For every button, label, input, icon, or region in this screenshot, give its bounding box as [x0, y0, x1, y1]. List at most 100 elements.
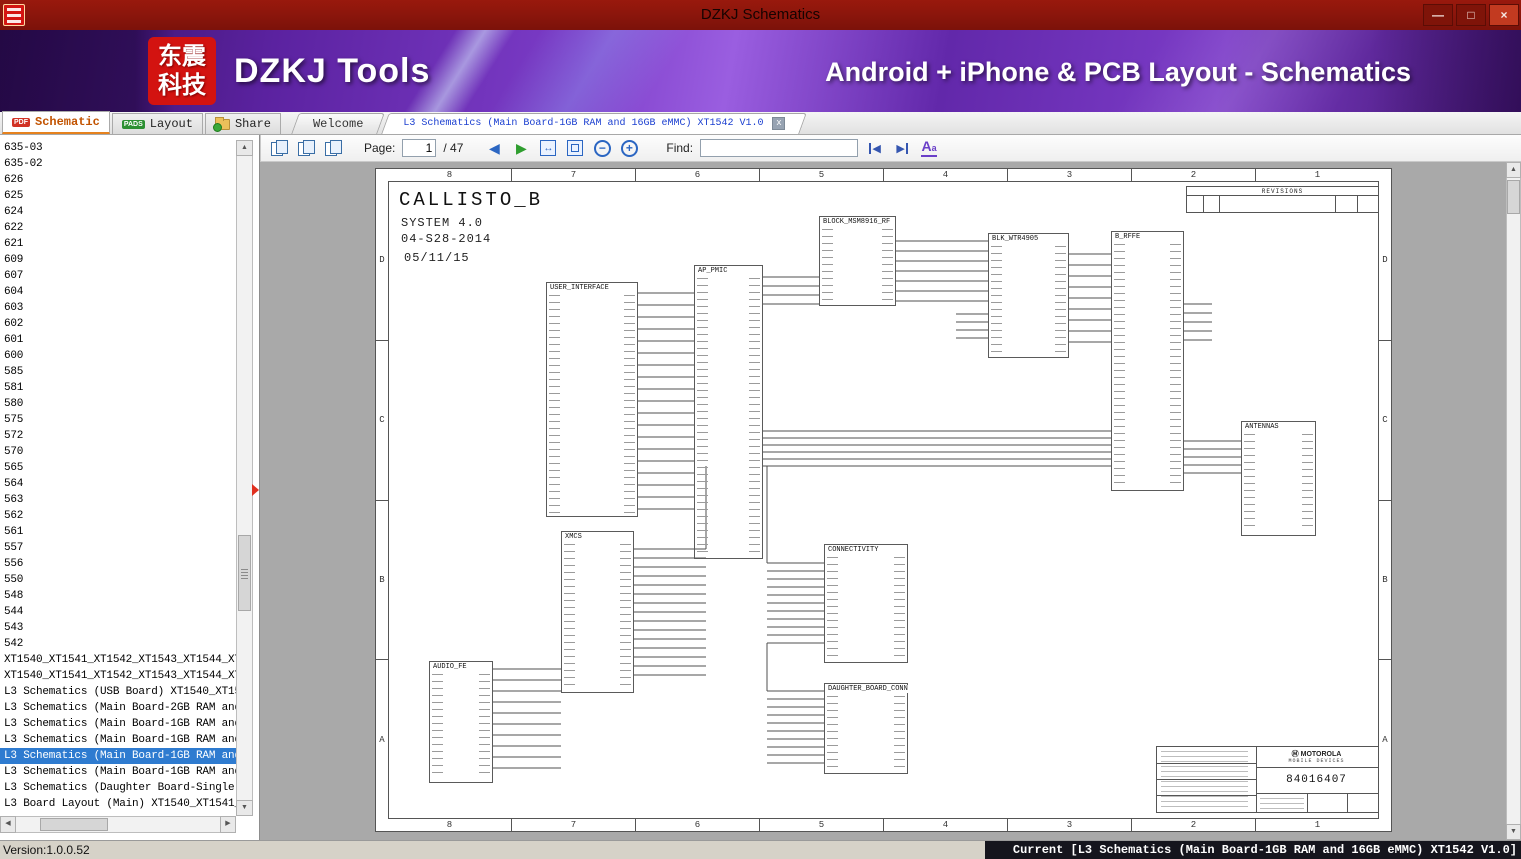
list-item[interactable]: 575 — [0, 412, 236, 428]
title-block-small-text — [1260, 798, 1304, 809]
list-item[interactable]: L3 Schematics (USB Board) XT1540_XT154 — [0, 684, 236, 700]
sidebar-vertical-scrollbar[interactable] — [236, 140, 253, 816]
list-item[interactable]: 564 — [0, 476, 236, 492]
list-item[interactable]: 542 — [0, 636, 236, 652]
list-item[interactable]: 544 — [0, 604, 236, 620]
maximize-button[interactable]: □ — [1456, 4, 1486, 26]
list-item[interactable]: 570 — [0, 444, 236, 460]
doc-tab-schematic-file[interactable]: L3 Schematics (Main Board-1GB RAM and 16… — [385, 113, 803, 134]
tab-layout[interactable]: PADS Layout — [111, 113, 203, 134]
list-item[interactable]: 563 — [0, 492, 236, 508]
export-page-button[interactable] — [323, 138, 343, 158]
list-item[interactable]: 635-03 — [0, 140, 236, 156]
list-item[interactable]: L3 Schematics (Main Board-1GB RAM and — [0, 764, 236, 780]
sidebar-horizontal-scroll-thumb[interactable] — [40, 818, 108, 831]
list-item[interactable]: 621 — [0, 236, 236, 252]
match-case-button[interactable]: Aa — [919, 138, 939, 158]
logo-line2: 科技 — [158, 72, 206, 99]
doc-tab-close-icon[interactable]: x — [772, 117, 786, 130]
sidebar-scroll-down-icon[interactable]: ▼ — [236, 800, 253, 816]
page-number-input[interactable] — [402, 139, 437, 157]
zoom-in-button[interactable]: + — [619, 138, 639, 158]
pin-column — [882, 229, 893, 302]
list-item[interactable]: 562 — [0, 508, 236, 524]
sidebar-scroll-up-icon[interactable]: ▲ — [236, 140, 253, 156]
main-scroll-up-icon[interactable]: ▲ — [1506, 162, 1521, 178]
sidebar-vertical-scroll-thumb[interactable] — [238, 535, 251, 611]
list-item[interactable]: 625 — [0, 188, 236, 204]
list-item[interactable]: 557 — [0, 540, 236, 556]
sidebar-scroll-left-icon[interactable]: ◀ — [0, 816, 16, 833]
list-item[interactable]: XT1540_XT1541_XT1542_XT1543_XT1544_XT1 — [0, 668, 236, 684]
tab-share-label: Share — [234, 117, 271, 131]
zoom-out-button[interactable]: − — [592, 138, 612, 158]
pin-column — [479, 674, 490, 779]
version-label: Version:1.0.0.52 — [3, 843, 90, 857]
schematic-block: B_RFFE — [1111, 231, 1184, 491]
tab-share[interactable]: Share — [204, 113, 281, 134]
fit-page-button[interactable] — [565, 138, 585, 158]
list-item[interactable]: 550 — [0, 572, 236, 588]
list-item[interactable]: 622 — [0, 220, 236, 236]
find-next-button[interactable]: ▶ — [892, 138, 912, 158]
pin-column — [749, 278, 760, 555]
previous-page-button[interactable]: ◀ — [484, 138, 504, 158]
list-item[interactable]: 607 — [0, 268, 236, 284]
list-item[interactable]: 626 — [0, 172, 236, 188]
splitter-arrow-icon[interactable] — [252, 484, 259, 496]
schematic-page: 87654321 87654321 DCBA DCBA CALLISTO_B S… — [375, 168, 1392, 832]
snapshot-button[interactable] — [296, 138, 316, 158]
list-item[interactable]: 580 — [0, 396, 236, 412]
list-item[interactable]: 603 — [0, 300, 236, 316]
list-item[interactable]: L3 Schematics (Main Board-1GB RAM and — [0, 748, 236, 764]
schematic-block-label: BLK_WTR4905 — [991, 235, 1040, 243]
list-item[interactable]: L3 Schematics (Main Board-1GB RAM and — [0, 732, 236, 748]
list-item[interactable]: 602 — [0, 316, 236, 332]
pin-column — [1114, 244, 1125, 487]
close-button[interactable]: × — [1489, 4, 1519, 26]
pin-column — [894, 557, 905, 659]
list-item[interactable]: 601 — [0, 332, 236, 348]
minimize-button[interactable]: — — [1423, 4, 1453, 26]
pin-column — [624, 295, 635, 513]
find-previous-button[interactable]: ◀ — [865, 138, 885, 158]
find-input[interactable] — [700, 139, 859, 157]
list-item[interactable]: 543 — [0, 620, 236, 636]
main-vertical-scrollbar[interactable] — [1506, 162, 1521, 840]
list-item[interactable]: L3 Schematics (Daughter Board-Single S — [0, 780, 236, 796]
list-item[interactable]: 604 — [0, 284, 236, 300]
sidebar-scroll-right-icon[interactable]: ▶ — [220, 816, 236, 833]
list-item[interactable]: L3 Schematics (Main Board-1GB RAM and — [0, 716, 236, 732]
pin-column — [827, 696, 838, 770]
list-item[interactable]: XT1540_XT1541_XT1542_XT1543_XT1544_XT1 — [0, 652, 236, 668]
doc-tab-welcome[interactable]: Welcome — [295, 113, 381, 134]
title-block-line — [1256, 793, 1378, 794]
main-vertical-scroll-thumb[interactable] — [1507, 180, 1520, 214]
list-item[interactable]: 561 — [0, 524, 236, 540]
title-block-notes — [1157, 747, 1256, 812]
schematic-block: CONNECTIVITY — [824, 544, 908, 663]
list-item[interactable]: L3 Board Layout (Main) XT1540_XT1541_X — [0, 796, 236, 812]
tab-schematic[interactable]: PDF Schematic — [2, 111, 110, 134]
list-item[interactable]: 556 — [0, 556, 236, 572]
schematic-block: USER_INTERFACE — [546, 282, 638, 517]
share-folder-icon — [212, 116, 230, 132]
pages-icon — [271, 140, 288, 156]
list-item[interactable]: 548 — [0, 588, 236, 604]
pages-icon — [298, 140, 315, 156]
main-scroll-down-icon[interactable]: ▼ — [1506, 824, 1521, 840]
list-item[interactable]: 572 — [0, 428, 236, 444]
list-item[interactable]: 565 — [0, 460, 236, 476]
fit-width-button[interactable]: ↔ — [538, 138, 558, 158]
next-page-button[interactable]: ▶ — [511, 138, 531, 158]
sidebar-horizontal-scrollbar[interactable] — [0, 816, 236, 833]
list-item[interactable]: 624 — [0, 204, 236, 220]
list-item[interactable]: L3 Schematics (Main Board-2GB RAM and — [0, 700, 236, 716]
schematic-revision-date: 05/11/15 — [404, 251, 470, 265]
list-item[interactable]: 585 — [0, 364, 236, 380]
list-item[interactable]: 635-02 — [0, 156, 236, 172]
list-item[interactable]: 600 — [0, 348, 236, 364]
list-item[interactable]: 581 — [0, 380, 236, 396]
list-item[interactable]: 609 — [0, 252, 236, 268]
copy-page-button[interactable] — [269, 138, 289, 158]
